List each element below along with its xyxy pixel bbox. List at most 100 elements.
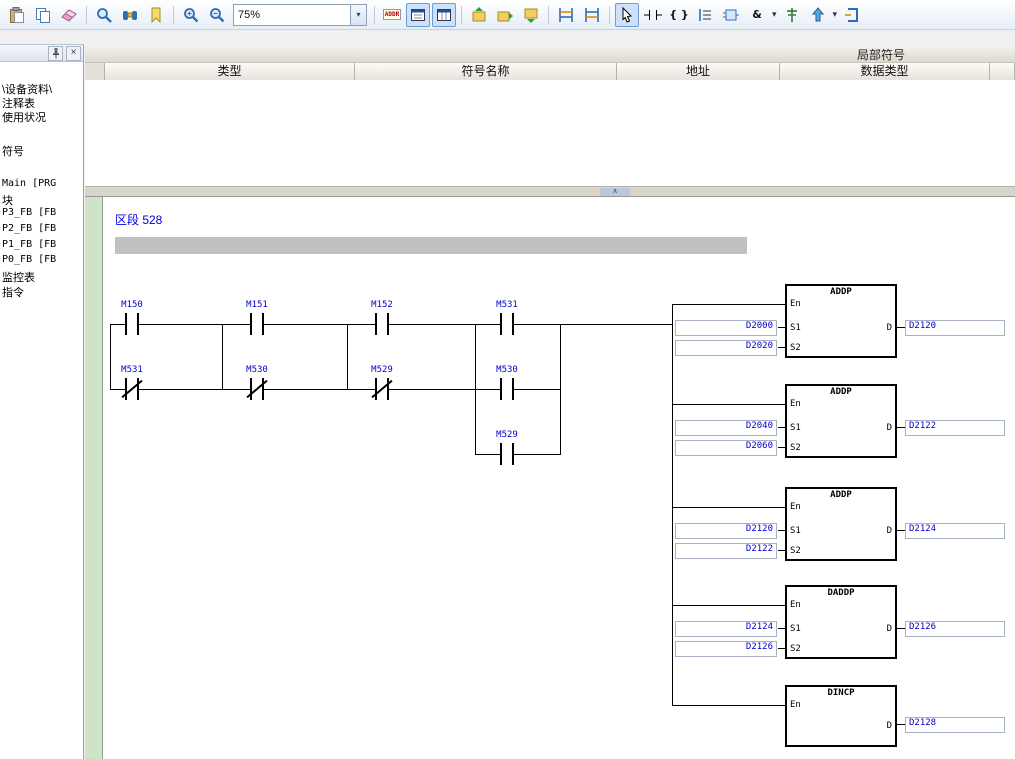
tree-item-usage-status[interactable]: 使用状况 — [2, 109, 46, 125]
wire — [897, 724, 905, 725]
dropdown-glyph: ▾ — [356, 10, 360, 19]
contact-nc-m531[interactable]: M531 — [119, 378, 145, 400]
pin-d: D — [887, 624, 892, 634]
wire — [778, 648, 785, 649]
dropdown-icon[interactable]: ▾ — [833, 9, 838, 20]
operand-output[interactable]: D2124 — [905, 523, 1005, 539]
column-header-name[interactable]: 符号名称 — [355, 63, 617, 81]
pin-icon[interactable] — [48, 46, 63, 61]
ladder-window-icon[interactable] — [406, 3, 430, 27]
zoom-out-icon[interactable] — [205, 3, 229, 27]
paste-icon[interactable] — [5, 3, 29, 27]
operand-input[interactable]: D2060 — [675, 440, 777, 456]
operand-input[interactable]: D2122 — [675, 543, 777, 559]
monitor-window-icon[interactable] — [432, 3, 456, 27]
zoom-in-icon[interactable] — [179, 3, 203, 27]
panel-splitter[interactable]: ∧ — [85, 186, 1015, 197]
operand-input[interactable]: D2124 — [675, 621, 777, 637]
wire — [897, 327, 905, 328]
contact-no-m531[interactable]: M531 — [494, 313, 520, 335]
pin-s1: S1 — [790, 323, 801, 333]
move-up-icon[interactable] — [806, 3, 830, 27]
pin-d: D — [887, 526, 892, 536]
contact-no-m529[interactable]: M529 — [494, 443, 520, 465]
export-pou-icon[interactable] — [519, 3, 543, 27]
insert-network-below-icon[interactable] — [580, 3, 604, 27]
section-label: 区段 528 — [115, 211, 162, 228]
contact-label: M530 — [227, 365, 287, 375]
contact-no-m150[interactable]: M150 — [119, 313, 145, 335]
pin-s2: S2 — [790, 443, 801, 453]
function-block-addp-1[interactable]: ADDP En S1 S2 D — [785, 284, 897, 358]
select-tool-icon[interactable] — [615, 3, 639, 27]
operand-output[interactable]: D2128 — [905, 717, 1005, 733]
pin-en: En — [790, 399, 801, 409]
zoom-dropdown-icon[interactable]: ▾ — [350, 5, 366, 25]
toolbar-separator — [86, 6, 87, 24]
operand-output[interactable]: D2122 — [905, 420, 1005, 436]
wire — [778, 347, 785, 348]
addr-display-icon[interactable]: ADDR — [380, 3, 404, 27]
column-header-address[interactable]: 地址 — [617, 63, 780, 81]
symbol-tool-icon[interactable] — [780, 3, 804, 27]
function-block-icon[interactable] — [719, 3, 743, 27]
tree-item-symbols[interactable]: 符号 — [2, 143, 24, 159]
tree-item-instructions[interactable]: 指令 — [2, 284, 24, 300]
find-icon[interactable] — [92, 3, 116, 27]
copy-icon[interactable] — [31, 3, 55, 27]
zoom-value: 75% — [234, 9, 350, 21]
tree-item-blocks[interactable]: 块 — [2, 192, 13, 208]
new-pou-icon[interactable] — [467, 3, 491, 27]
tree-item-p0-fb[interactable]: P0_FB [FB — [2, 254, 56, 265]
applied-instruction-icon[interactable] — [693, 3, 717, 27]
tree-item-monitor-table[interactable]: 监控表 — [2, 269, 35, 285]
pin-d: D — [887, 323, 892, 333]
collapse-arrow-icon[interactable]: ∧ — [600, 188, 630, 196]
zoom-select[interactable]: 75% ▾ — [233, 4, 367, 26]
pin-s2: S2 — [790, 644, 801, 654]
wire — [475, 324, 476, 455]
tree-item-p3-fb[interactable]: P3_FB [FB — [2, 207, 56, 218]
insert-network-above-icon[interactable] — [554, 3, 578, 27]
function-block-addp-3[interactable]: ADDP En S1 S2 D — [785, 487, 897, 561]
block-title: ADDP — [787, 387, 895, 397]
braces-tool-icon[interactable]: { } — [667, 3, 691, 27]
close-icon[interactable]: × — [66, 46, 81, 61]
operand-output[interactable]: D2126 — [905, 621, 1005, 637]
tree-item-main-prg[interactable]: Main [PRG — [2, 178, 56, 189]
operand-input[interactable]: D2120 — [675, 523, 777, 539]
contact-no-m530[interactable]: M530 — [494, 378, 520, 400]
eraser-icon[interactable] — [57, 3, 81, 27]
network-comment-bar[interactable] — [115, 237, 747, 254]
contact-tool-icon[interactable] — [641, 3, 665, 27]
contact-no-m152[interactable]: M152 — [369, 313, 395, 335]
wire — [778, 628, 785, 629]
ladder-editor[interactable]: 区段 528 M150 M1 — [85, 197, 1015, 759]
operand-output[interactable]: D2120 — [905, 320, 1005, 336]
contact-symbol — [119, 313, 145, 335]
dropdown-icon[interactable]: ▾ — [772, 9, 777, 20]
insert-fb-icon[interactable] — [840, 3, 864, 27]
column-header-type[interactable]: 类型 — [105, 63, 355, 81]
contact-label: M152 — [352, 300, 412, 310]
copy-pou-icon[interactable] — [493, 3, 517, 27]
tree-item-p1-fb[interactable]: P1_FB [FB — [2, 239, 56, 250]
operand-input[interactable]: D2040 — [675, 420, 777, 436]
contact-nc-m530[interactable]: M530 — [244, 378, 270, 400]
operand-input[interactable]: D2126 — [675, 641, 777, 657]
wire — [560, 324, 561, 455]
operand-input[interactable]: D2020 — [675, 340, 777, 356]
function-block-addp-2[interactable]: ADDP En S1 S2 D — [785, 384, 897, 458]
tree-item-p2-fb[interactable]: P2_FB [FB — [2, 223, 56, 234]
contact-no-m151[interactable]: M151 — [244, 313, 270, 335]
cross-reference-icon[interactable] — [118, 3, 142, 27]
symbols-table-body[interactable] — [85, 80, 1015, 186]
function-block-daddp[interactable]: DADDP En S1 S2 D — [785, 585, 897, 659]
column-header-datatype[interactable]: 数据类型 — [780, 63, 990, 81]
bookmark-icon[interactable] — [144, 3, 168, 27]
operand-input[interactable]: D2000 — [675, 320, 777, 336]
ampersand-tool-icon[interactable]: & — [745, 3, 769, 27]
function-block-dincp[interactable]: DINCP En D — [785, 685, 897, 747]
contact-nc-m529[interactable]: M529 — [369, 378, 395, 400]
contact-symbol — [244, 378, 270, 400]
